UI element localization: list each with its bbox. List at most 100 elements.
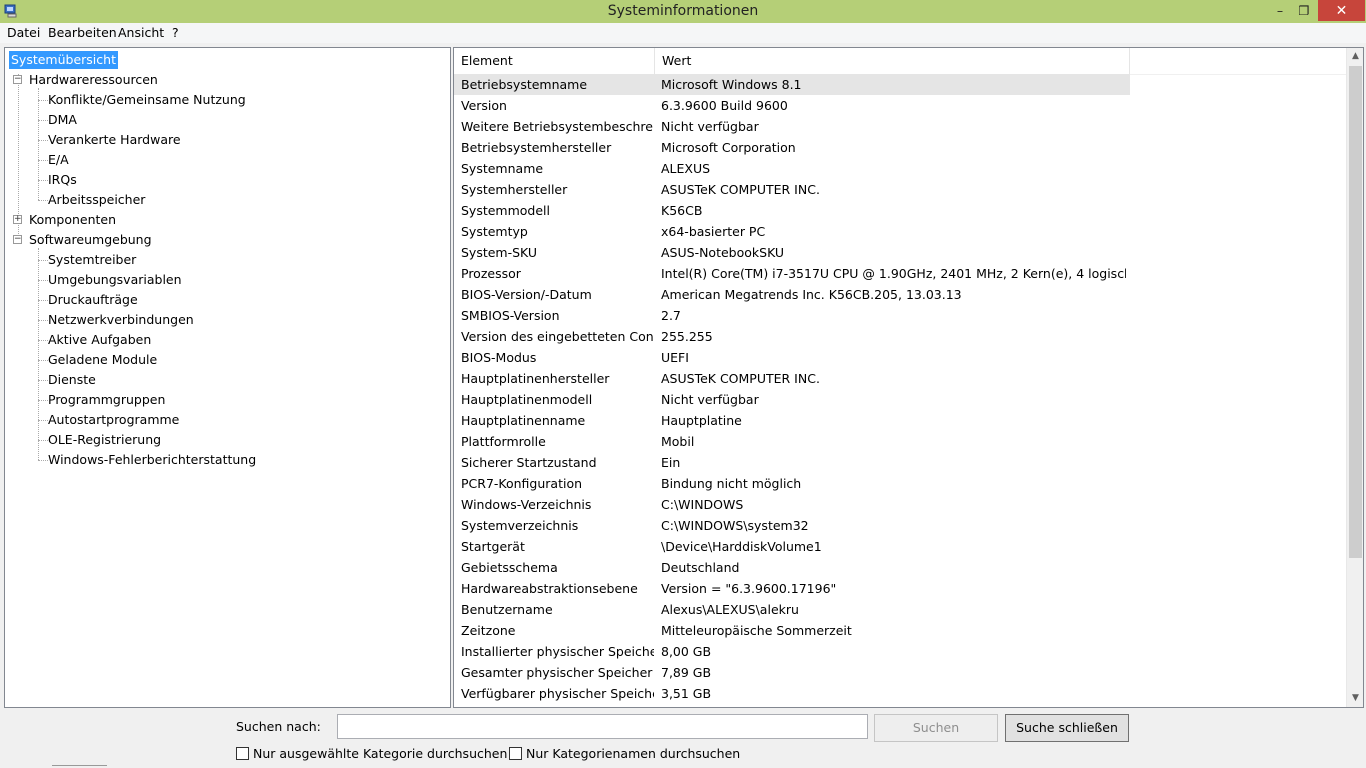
row-element: Prozessor [461, 266, 521, 281]
table-row[interactable]: Gebietsschema Deutschland [454, 557, 1348, 578]
table-row[interactable]: SMBIOS-Version 2.7 [454, 305, 1348, 326]
table-row[interactable]: PCR7-Konfiguration Bindung nicht möglich [454, 473, 1348, 494]
scroll-down-icon[interactable]: ▼ [1347, 690, 1363, 707]
tree-item-netzwerkverbindungen[interactable]: Netzwerkverbindungen [48, 311, 194, 329]
menu-ansicht[interactable]: Ansicht [118, 25, 164, 40]
close-search-button[interactable]: Suche schließen [1005, 714, 1129, 742]
tree-item-systemuebersicht[interactable]: Systemübersicht [9, 51, 118, 69]
tree-item-autostartprogramme[interactable]: Autostartprogramme [48, 411, 179, 429]
table-row[interactable]: Windows-Verzeichnis C:\WINDOWS [454, 494, 1348, 515]
tree-item-ole-registrierung[interactable]: OLE-Registrierung [48, 431, 161, 449]
row-element: Hauptplatinenmodell [461, 392, 593, 407]
option-selected-category[interactable]: Nur ausgewählte Kategorie durchsuchen [236, 746, 507, 761]
tree-item-dma[interactable]: DMA [48, 111, 77, 129]
menu-datei[interactable]: Datei [7, 25, 40, 40]
row-value: Version = "6.3.9600.17196" [661, 581, 837, 596]
table-row[interactable]: BIOS-Version/-Datum American Megatrends I… [454, 284, 1348, 305]
tree-line [38, 180, 48, 181]
table-row[interactable]: Hauptplatinenmodell Nicht verfügbar [454, 389, 1348, 410]
row-element: System-SKU [461, 245, 538, 260]
search-button[interactable]: Suchen [874, 714, 998, 742]
row-value: Deutschland [661, 560, 740, 575]
table-row[interactable]: Weitere Betriebsystembeschrei... Nicht ve… [454, 116, 1348, 137]
collapse-icon[interactable]: − [13, 235, 22, 244]
table-row[interactable]: Zeitzone Mitteleuropäische Sommerzeit [454, 620, 1348, 641]
menu-help[interactable]: ? [172, 25, 179, 40]
table-row[interactable]: BIOS-Modus UEFI [454, 347, 1348, 368]
tree-item-druckauftraege[interactable]: Druckaufträge [48, 291, 138, 309]
table-row[interactable]: Installierter physischer Speicher... 8,00… [454, 641, 1348, 662]
tree-item-umgebungsvariablen[interactable]: Umgebungsvariablen [48, 271, 182, 289]
tree-item-dienste[interactable]: Dienste [48, 371, 96, 389]
table-row[interactable]: Benutzername Alexus\ALEXUS\alekru [454, 599, 1348, 620]
table-row[interactable]: Verfügbarer physischer Speicher 3,51 GB [454, 683, 1348, 704]
collapse-icon[interactable]: − [13, 75, 22, 84]
table-row[interactable]: Hauptplatinenhersteller ASUSTeK COMPUTER … [454, 368, 1348, 389]
tree-item-arbeitsspeicher[interactable]: Arbeitsspeicher [48, 191, 145, 209]
row-element: Version [461, 98, 507, 113]
tree-item-aktive-aufgaben[interactable]: Aktive Aufgaben [48, 331, 151, 349]
system-information-window: Systeminformationen – ❐ ✕ Datei Bearbeit… [0, 0, 1366, 768]
checkbox-selected-category[interactable] [236, 747, 249, 760]
category-tree[interactable]: Systemübersicht − Hardwareressourcen Kon… [4, 47, 451, 708]
scrollbar-thumb[interactable] [1349, 66, 1362, 558]
table-row[interactable]: Startgerät \Device\HarddiskVolume1 [454, 536, 1348, 557]
expand-icon[interactable]: + [13, 215, 22, 224]
vertical-scrollbar[interactable]: ▲ ▼ [1346, 48, 1363, 707]
option-category-names[interactable]: Nur Kategorienamen durchsuchen [509, 746, 740, 761]
row-value: 8,00 GB [661, 644, 712, 659]
restore-icon: ❐ [1298, 3, 1310, 18]
row-element: Zeitzone [461, 623, 516, 638]
column-header-element[interactable]: Element [454, 48, 655, 74]
tree-item-systemtreiber[interactable]: Systemtreiber [48, 251, 136, 269]
tree-item-konflikte[interactable]: Konflikte/Gemeinsame Nutzung [48, 91, 246, 109]
scroll-up-icon[interactable]: ▲ [1347, 48, 1363, 65]
table-row[interactable]: Version 6.3.9600 Build 9600 [454, 95, 1348, 116]
table-row[interactable]: Hauptplatinenname Hauptplatine [454, 410, 1348, 431]
table-row[interactable]: Version des eingebetteten Con... 255.255 [454, 326, 1348, 347]
tree-line [38, 160, 48, 161]
table-row[interactable]: Systemverzeichnis C:\WINDOWS\system32 [454, 515, 1348, 536]
tree-item-verankerte-hardware[interactable]: Verankerte Hardware [48, 131, 181, 149]
tree-line [38, 140, 48, 141]
row-value: UEFI [661, 350, 689, 365]
tree-item-geladene-module[interactable]: Geladene Module [48, 351, 157, 369]
table-row[interactable]: Gesamter physischer Speicher 7,89 GB [454, 662, 1348, 683]
table-row[interactable]: Betriebsystemname Microsoft Windows 8.1 [454, 74, 1130, 95]
tree-item-programmgruppen[interactable]: Programmgruppen [48, 391, 165, 409]
menu-bearbeiten[interactable]: Bearbeiten [48, 25, 117, 40]
row-value: 3,51 GB [661, 686, 712, 701]
tree-item-softwareumgebung[interactable]: Softwareumgebung [29, 231, 152, 249]
row-value: ASUS-NotebookSKU [661, 245, 785, 260]
table-row[interactable]: Hardwareabstraktionsebene Version = "6.3.… [454, 578, 1348, 599]
tree-item-windows-fehlerberichterstattung[interactable]: Windows-Fehlerberichterstattung [48, 451, 256, 469]
tree-line [38, 320, 48, 321]
row-element: SMBIOS-Version [461, 308, 560, 323]
tree-item-hardwareressourcen[interactable]: Hardwareressourcen [29, 71, 158, 89]
checkbox-category-names[interactable] [509, 747, 522, 760]
restore-button[interactable]: ❐ [1291, 0, 1317, 21]
tree-item-komponenten[interactable]: Komponenten [29, 211, 116, 229]
table-row[interactable]: Plattformrolle Mobil [454, 431, 1348, 452]
row-value: ASUSTeK COMPUTER INC. [661, 371, 820, 386]
tree-item-irqs[interactable]: IRQs [48, 171, 77, 189]
tree-line [38, 260, 48, 261]
search-input[interactable] [337, 714, 868, 739]
close-window-button[interactable]: ✕ [1318, 0, 1365, 21]
table-row[interactable]: Sicherer Startzustand Ein [454, 452, 1348, 473]
details-list[interactable]: Element Wert Betriebsystemname Microsoft … [453, 47, 1364, 708]
title-bar: Systeminformationen – ❐ ✕ [0, 0, 1366, 23]
table-row[interactable]: Systemhersteller ASUSTeK COMPUTER INC. [454, 179, 1348, 200]
table-row[interactable]: System-SKU ASUS-NotebookSKU [454, 242, 1348, 263]
row-value: Microsoft Windows 8.1 [661, 77, 802, 92]
table-row[interactable]: Betriebsystemhersteller Microsoft Corpora… [454, 137, 1348, 158]
tree-item-ea[interactable]: E/A [48, 151, 69, 169]
table-row[interactable]: Systemtyp x64-basierter PC [454, 221, 1348, 242]
table-row[interactable]: Systemmodell K56CB [454, 200, 1348, 221]
tree-line [38, 200, 48, 201]
column-header-wert[interactable]: Wert [655, 48, 1130, 74]
table-row[interactable]: Prozessor Intel(R) Core(TM) i7-3517U CPU … [454, 263, 1348, 284]
table-row[interactable]: Systemname ALEXUS [454, 158, 1348, 179]
minimize-button[interactable]: – [1267, 0, 1293, 21]
row-element: Weitere Betriebsystembeschrei... [461, 119, 654, 134]
